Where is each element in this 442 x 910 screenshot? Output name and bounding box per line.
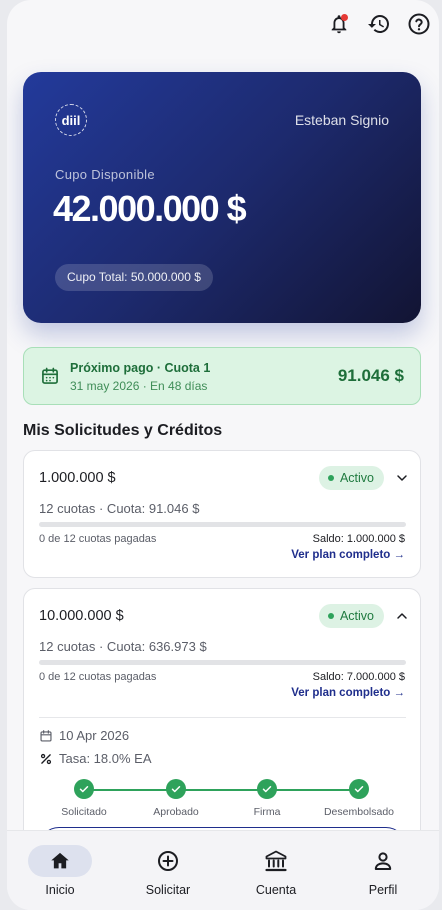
bank-icon — [265, 850, 287, 872]
nav-icon-wrap — [136, 845, 200, 877]
nav-label: Solicitar — [145, 883, 191, 897]
view-plan-link[interactable]: Ver plan completo → — [291, 549, 405, 561]
calendar-icon — [40, 729, 52, 742]
person-icon — [374, 852, 392, 870]
status-dot — [327, 613, 334, 619]
loan-amount: 10.000.000 $ — [39, 608, 124, 624]
status-label: Activo — [339, 609, 374, 623]
chevron-down-icon[interactable] — [394, 470, 410, 486]
nav-item-cuenta[interactable]: Cuenta — [236, 845, 316, 905]
help-icon — [408, 13, 430, 35]
history-button[interactable] — [367, 12, 391, 36]
nav-item-inicio[interactable]: Inicio — [20, 845, 100, 905]
stepper-line — [84, 789, 360, 791]
divider — [39, 717, 406, 718]
card-holder-name: Esteban Signio — [294, 112, 389, 128]
top-bar — [327, 12, 431, 36]
status-dot — [327, 475, 334, 481]
chevron-up-icon[interactable] — [394, 608, 410, 624]
status-label: Activo — [339, 471, 374, 485]
status-badge: Activo — [318, 604, 384, 628]
next-payment-amount: 91.046 $ — [337, 366, 404, 385]
loan-date: 10 Apr 2026 — [59, 728, 130, 743]
step-firma — [257, 779, 277, 799]
percent-icon — [40, 753, 52, 764]
loan-paid-count: 0 de 12 cuotas pagadas — [39, 671, 157, 683]
loan-status-stepper: Solicitado Aprobado Firma Desembolsado — [39, 779, 406, 819]
total-credit-pill: Cupo Total: 50.000.000 $ — [55, 264, 213, 291]
available-credit-amount: 42.000.000 $ — [53, 188, 247, 229]
nav-icon-wrap — [244, 845, 308, 877]
loan-card[interactable]: 1.000.000 $ Activo 12 cuotas · Cuota: 91… — [23, 450, 421, 578]
nav-icon-wrap — [351, 845, 415, 877]
loan-quota: 12 cuotas · Cuota: 91.046 $ — [39, 501, 200, 516]
loan-rate: Tasa: 18.0% EA — [59, 751, 152, 766]
loan-paid-count: 0 de 12 cuotas pagadas — [39, 533, 157, 545]
nav-label: Perfil — [368, 883, 398, 897]
check-icon — [262, 786, 272, 793]
step-label: Firma — [253, 806, 281, 818]
nav-active-indicator — [28, 845, 92, 877]
step-solicitado — [74, 779, 94, 799]
nav-label: Cuenta — [255, 883, 297, 897]
brand-logo: diil — [55, 104, 87, 136]
loan-progress-bar — [39, 522, 406, 527]
calendar-icon — [42, 367, 58, 384]
add-circle-icon — [158, 851, 178, 871]
notification-badge — [341, 14, 348, 21]
step-label: Desembolsado — [323, 806, 395, 818]
step-label: Solicitado — [61, 806, 107, 818]
history-icon — [368, 15, 389, 33]
available-credit-label: Cupo Disponible — [55, 167, 155, 182]
check-icon — [354, 786, 364, 793]
app-screen: diil Esteban Signio Cupo Disponible 42.0… — [7, 0, 439, 910]
loan-amount: 1.000.000 $ — [39, 470, 116, 486]
credit-card[interactable]: diil Esteban Signio Cupo Disponible 42.0… — [23, 72, 421, 323]
next-payment-banner[interactable]: Próximo pago · Cuota 1 31 may 2026 · En … — [23, 347, 421, 405]
nav-item-perfil[interactable]: Perfil — [343, 845, 423, 905]
check-icon — [171, 786, 181, 793]
view-plan-link[interactable]: Ver plan completo → — [291, 687, 405, 699]
loan-balance: Saldo: 7.000.000 $ — [312, 671, 405, 683]
loan-progress-bar — [39, 660, 406, 665]
loan-balance: Saldo: 1.000.000 $ — [312, 533, 405, 545]
loan-rate-row: Tasa: 18.0% EA — [39, 751, 152, 766]
home-icon — [51, 852, 69, 869]
status-badge: Activo — [318, 466, 384, 490]
nav-label: Inicio — [45, 883, 75, 897]
notifications-button[interactable] — [327, 12, 351, 36]
step-desembolsado — [349, 779, 369, 799]
section-title: Mis Solicitudes y Créditos — [23, 422, 223, 439]
step-label: Aprobado — [153, 806, 199, 818]
next-payment-date: 31 may 2026 · En 48 días — [70, 379, 208, 393]
loan-quota: 12 cuotas · Cuota: 636.973 $ — [39, 639, 207, 654]
loan-date-row: 10 Apr 2026 — [39, 728, 129, 743]
step-aprobado — [166, 779, 186, 799]
next-payment-title: Próximo pago · Cuota 1 — [70, 361, 211, 375]
bottom-navigation: Inicio Solicitar Cuenta Perfil — [7, 830, 439, 910]
nav-item-solicitar[interactable]: Solicitar — [128, 845, 208, 905]
check-icon — [79, 786, 89, 793]
help-button[interactable] — [407, 12, 431, 36]
